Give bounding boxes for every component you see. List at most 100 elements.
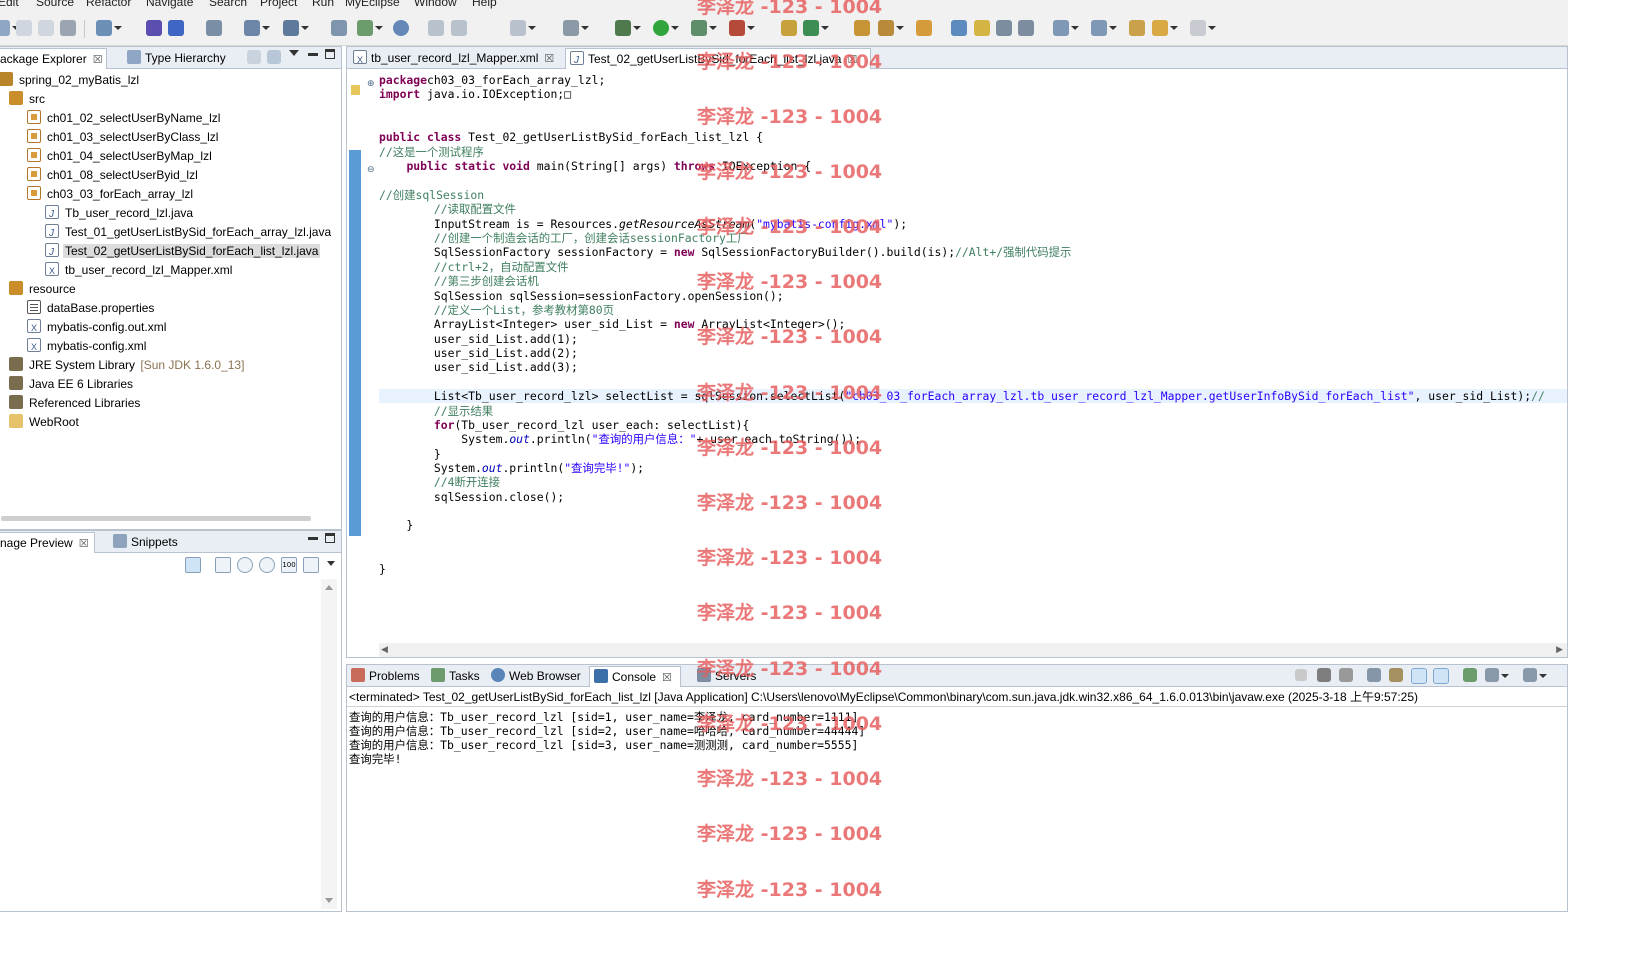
back-icon[interactable]	[1152, 20, 1178, 36]
resume-icon[interactable]	[510, 20, 536, 36]
open-console-icon[interactable]	[1523, 668, 1547, 682]
tab-tasks[interactable]: Tasks	[427, 666, 485, 687]
last-edit-icon[interactable]	[1129, 20, 1145, 36]
tree-item[interactable]: ch01_03_selectUserByClass_lzl	[27, 128, 220, 147]
menu-refactor[interactable]: Refactor	[86, 0, 131, 9]
forward-icon[interactable]	[1190, 20, 1216, 36]
menu-run[interactable]: Run	[312, 0, 334, 9]
print-icon[interactable]	[60, 20, 76, 36]
tree-item[interactable]: dataBase.properties	[27, 299, 156, 318]
open-folder-icon[interactable]	[854, 20, 870, 36]
terminate-icon[interactable]	[1295, 669, 1307, 681]
refresh-icon[interactable]	[803, 20, 829, 36]
new-interface-icon[interactable]	[168, 20, 184, 36]
horizontal-scrollbar[interactable]	[1, 516, 311, 521]
pin-console-icon[interactable]	[1463, 668, 1477, 682]
tree-item[interactable]: tb_user_record_lzl_Mapper.xml	[45, 261, 234, 281]
link-image-icon[interactable]	[185, 557, 201, 573]
view-menu-icon[interactable]	[327, 561, 335, 566]
collapse-all-icon[interactable]	[247, 50, 261, 64]
fullscreen-icon[interactable]	[303, 557, 319, 573]
menu-project[interactable]: Project	[260, 0, 297, 9]
show-stdout-icon[interactable]	[1411, 668, 1427, 684]
save-icon[interactable]	[16, 20, 32, 36]
fit-image-icon[interactable]	[215, 557, 231, 573]
tree-item[interactable]: ch01_04_selectUserByMap_lzl	[27, 147, 214, 166]
tab-web-browser[interactable]: Web Browser	[487, 666, 587, 687]
tab-type-hierarchy[interactable]: Type Hierarchy	[123, 48, 233, 69]
step-over-icon[interactable]	[451, 20, 467, 36]
tree-item[interactable]: WebRoot	[9, 413, 81, 432]
server-icon[interactable]	[283, 20, 309, 36]
editor-horizontal-scrollbar[interactable]: ◀ ▶	[379, 643, 1567, 657]
tab-servers[interactable]: Servers	[693, 666, 763, 687]
tree-item[interactable]: Tb_user_record_lzl.java	[45, 204, 195, 224]
menu-myeclipse[interactable]: MyEclipse	[345, 0, 400, 9]
tree-item[interactable]: Referenced Libraries	[9, 394, 142, 413]
tab-console[interactable]: Console ☒	[589, 666, 681, 687]
clear-console-icon[interactable]	[1367, 668, 1381, 682]
next-annotation-icon[interactable]	[1053, 20, 1079, 36]
vertical-scrollbar[interactable]	[321, 579, 337, 909]
tab-mapper-xml[interactable]: tb_user_record_lzl_Mapper.xml ☒	[349, 48, 561, 70]
link-editor-icon[interactable]	[267, 50, 281, 64]
new-class-icon[interactable]	[146, 20, 162, 36]
tab-package-explorer[interactable]: ackage Explorer ☒	[0, 48, 107, 69]
pencil-icon[interactable]	[878, 20, 904, 36]
coverage-icon[interactable]	[691, 20, 717, 36]
tree-item[interactable]: JRE System Library [Sun JDK 1.6.0_13]	[9, 356, 244, 375]
zoom-in-icon[interactable]	[259, 557, 275, 573]
scroll-left-icon[interactable]: ◀	[381, 645, 388, 655]
close-icon[interactable]: ☒	[662, 668, 672, 688]
tree-item[interactable]: mybatis-config.xml	[27, 337, 148, 357]
zoom-out-icon[interactable]	[237, 557, 253, 573]
tab-image-preview[interactable]: nage Preview ☒	[0, 532, 95, 553]
display-console-icon[interactable]	[1485, 668, 1509, 682]
tree-item[interactable]: ch01_08_selectUserByid_lzl	[27, 166, 200, 185]
menu-window[interactable]: Window	[414, 0, 457, 9]
close-icon[interactable]: ☒	[847, 50, 857, 70]
remove-launch-icon[interactable]	[1317, 668, 1331, 682]
actual-size-icon[interactable]: 100	[281, 557, 297, 573]
debug-icon[interactable]	[615, 20, 641, 36]
tree-item-selected[interactable]: Test_02_getUserListBySid_forEach_list_lz…	[45, 242, 321, 262]
show-whitespace-icon[interactable]	[1018, 20, 1034, 36]
tab-test02-java[interactable]: Test_02_getUserListBySid_forEach_list_lz…	[565, 48, 871, 71]
deploy-icon[interactable]	[244, 20, 270, 36]
scroll-right-icon[interactable]: ▶	[1556, 645, 1563, 655]
close-icon[interactable]: ☒	[93, 50, 103, 70]
package-box-icon[interactable]	[781, 20, 797, 36]
build-icon[interactable]	[357, 20, 383, 36]
menu-search[interactable]: Search	[209, 0, 247, 9]
close-icon[interactable]: ☒	[79, 534, 89, 554]
prev-annotation-icon[interactable]	[1091, 20, 1117, 36]
expand-icon[interactable]: ⊕	[367, 79, 375, 89]
tree-item[interactable]: ch03_03_forEach_array_lzl	[27, 185, 195, 204]
tree-item[interactable]: src	[9, 90, 47, 109]
view-menu-icon[interactable]	[289, 50, 299, 60]
tab-problems[interactable]: Problems	[347, 666, 425, 687]
scroll-up-icon[interactable]	[325, 585, 333, 590]
project-icon[interactable]	[331, 20, 347, 36]
new-icon[interactable]	[0, 20, 20, 36]
minimize-icon[interactable]	[308, 53, 318, 56]
tree-item[interactable]: Java EE 6 Libraries	[9, 375, 135, 394]
annotation-icon[interactable]	[951, 20, 967, 36]
run-icon[interactable]	[653, 20, 679, 36]
highlight-icon[interactable]	[974, 20, 990, 36]
new-wizard-icon[interactable]	[96, 20, 122, 36]
block-select-icon[interactable]	[996, 20, 1012, 36]
remove-all-icon[interactable]	[1339, 668, 1353, 682]
tab-snippets[interactable]: Snippets	[109, 532, 179, 553]
terminal-icon[interactable]	[563, 20, 589, 36]
search-folder-icon[interactable]	[916, 20, 932, 36]
close-icon[interactable]: ☒	[544, 49, 554, 69]
step-icon[interactable]	[428, 20, 444, 36]
maximize-icon[interactable]	[325, 49, 335, 59]
code-area[interactable]: packagech03_03_forEach_array_lzl; import …	[379, 69, 1567, 643]
external-tools-icon[interactable]	[729, 20, 755, 36]
menu-edit[interactable]: Edit	[0, 0, 19, 9]
tree-item[interactable]: mybatis-config.out.xml	[27, 318, 168, 338]
maximize-icon[interactable]	[325, 533, 335, 543]
minimize-icon[interactable]	[308, 537, 318, 540]
